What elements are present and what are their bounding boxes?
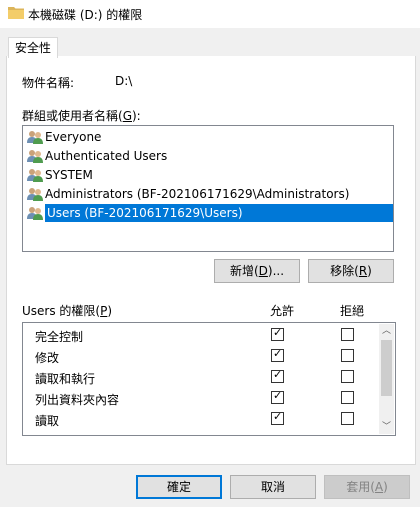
apply-button[interactable]: 套用(A) [324, 475, 410, 499]
user-label: Authenticated Users [45, 149, 168, 163]
check-icon: ✓ [273, 410, 283, 423]
user-group-icon [27, 150, 43, 163]
user-label: Administrators (BF-202106171629\Administ… [45, 187, 350, 201]
vertical-scrollbar[interactable]: ︿ ﹀ [379, 324, 394, 434]
deny-checkbox[interactable] [341, 349, 354, 362]
title-bar: 本機磁碟 (D:) 的權限 [0, 0, 420, 28]
deny-checkbox[interactable] [341, 391, 354, 404]
chevron-up-icon[interactable]: ︿ [379, 324, 394, 338]
list-item-selected[interactable]: Users (BF-202106171629\Users) [25, 204, 393, 222]
allow-checkbox[interactable]: ✓ [271, 347, 284, 362]
user-group-icon [27, 131, 43, 144]
add-button[interactable]: 新增(D)... [214, 259, 300, 283]
permission-row: 讀取 ✓ [23, 409, 377, 430]
permissions-table: 完全控制 ✓ 修改 ✓ 讀取和執行 ✓ 列出資料夾內容 ✓ 讀取 ✓ ︿ ﹀ [22, 322, 396, 436]
object-name-value: D:\ [115, 74, 133, 88]
folder-icon [8, 7, 24, 19]
ok-button[interactable]: 確定 [136, 475, 222, 499]
chevron-down-icon[interactable]: ﹀ [379, 420, 394, 434]
user-label: Everyone [45, 130, 102, 144]
allow-checkbox[interactable]: ✓ [271, 326, 284, 341]
users-list-label: 群組或使用者名稱(G): [22, 109, 141, 123]
permission-row: 列出資料夾內容 ✓ [23, 388, 377, 409]
list-item[interactable]: Authenticated Users [25, 147, 389, 165]
object-name-label: 物件名稱: [22, 76, 75, 90]
permission-name: 完全控制 [35, 330, 84, 344]
tab-security[interactable]: 安全性 [8, 37, 58, 58]
list-item[interactable]: Everyone [25, 128, 389, 146]
permission-name: 讀取 [35, 414, 60, 428]
permissions-label: Users 的權限(P) [22, 304, 113, 318]
user-group-icon [27, 188, 43, 201]
permission-row: 修改 ✓ [23, 346, 377, 367]
check-icon: ✓ [273, 389, 283, 402]
permission-name: 讀取和執行 [35, 372, 96, 386]
permission-row: 讀取和執行 ✓ [23, 367, 377, 388]
scroll-thumb[interactable] [381, 340, 392, 396]
users-list[interactable]: Everyone Authenticated Users SYSTEM Admi… [22, 125, 394, 252]
permission-name: 修改 [35, 351, 60, 365]
permission-name: 列出資料夾內容 [35, 393, 120, 407]
check-icon: ✓ [273, 368, 283, 381]
user-group-icon [27, 207, 43, 220]
deny-checkbox[interactable] [341, 328, 354, 341]
allow-checkbox[interactable]: ✓ [271, 368, 284, 383]
deny-checkbox[interactable] [341, 412, 354, 425]
permission-row: 完全控制 ✓ [23, 325, 377, 346]
user-group-icon [27, 169, 43, 182]
deny-checkbox[interactable] [341, 370, 354, 383]
user-label: SYSTEM [45, 168, 93, 182]
allow-column-header: 允許 [270, 304, 295, 318]
allow-checkbox[interactable]: ✓ [271, 389, 284, 404]
remove-button[interactable]: 移除(R) [308, 259, 394, 283]
allow-checkbox[interactable]: ✓ [271, 410, 284, 425]
cancel-button[interactable]: 取消 [230, 475, 316, 499]
user-label: Users (BF-202106171629\Users) [45, 204, 393, 222]
check-icon: ✓ [273, 326, 283, 339]
window-title: 本機磁碟 (D:) 的權限 [28, 8, 143, 22]
list-item[interactable]: SYSTEM [25, 166, 389, 184]
check-icon: ✓ [273, 347, 283, 360]
deny-column-header: 拒絕 [340, 304, 365, 318]
list-item[interactable]: Administrators (BF-202106171629\Administ… [25, 185, 389, 203]
